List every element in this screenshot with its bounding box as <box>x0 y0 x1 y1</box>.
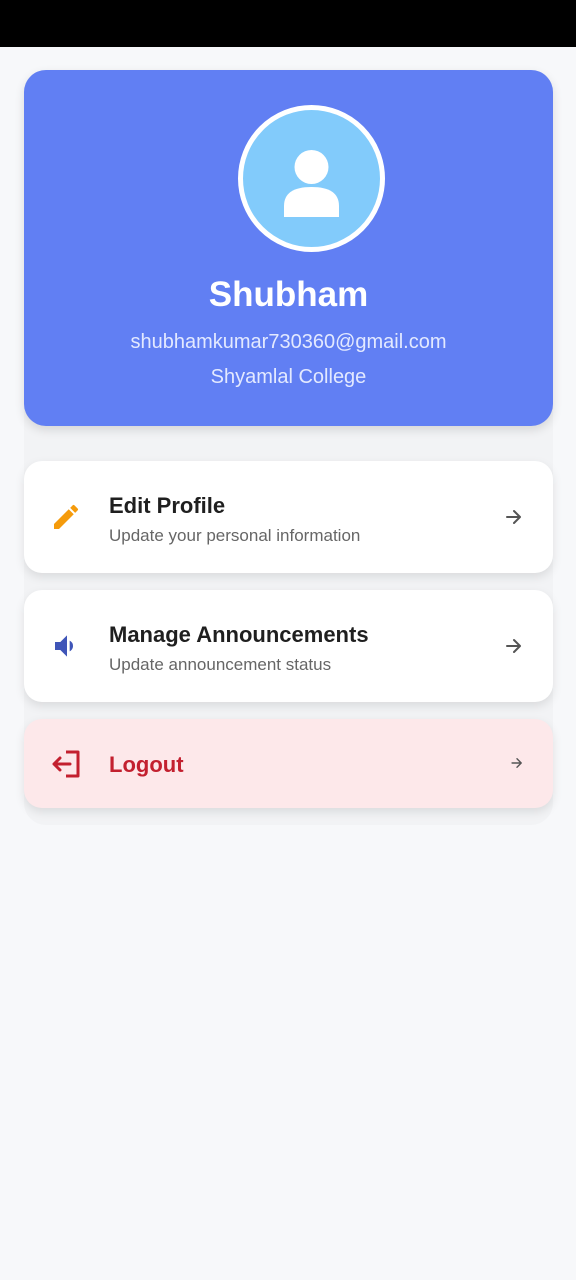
logout-icon <box>52 750 80 778</box>
avatar[interactable] <box>238 105 385 252</box>
status-bar <box>0 0 576 47</box>
edit-profile-title: Edit Profile <box>109 493 226 518</box>
profile-college: Shyamlal College <box>210 366 367 388</box>
manage-announcements-title: Manage Announcements <box>109 622 369 647</box>
edit-profile-button[interactable]: Edit Profile Update your personal inform… <box>24 461 553 573</box>
arrow-right-icon <box>506 639 521 653</box>
pencil-icon <box>54 504 79 529</box>
megaphone-icon <box>55 635 73 657</box>
profile-card: Shubham shubhamkumar730360@gmail.com Shy… <box>24 70 553 426</box>
person-icon <box>284 150 339 217</box>
manage-announcements-button[interactable]: Manage Announcements Update announcement… <box>24 590 553 702</box>
manage-announcements-subtitle: Update announcement status <box>109 655 332 674</box>
profile-email: shubhamkumar730360@gmail.com <box>130 331 447 353</box>
logout-label: Logout <box>109 752 184 777</box>
edit-profile-subtitle: Update your personal information <box>109 526 361 545</box>
arrow-right-icon <box>506 510 521 524</box>
arrow-right-icon <box>511 758 522 768</box>
profile-name: Shubham <box>208 275 369 314</box>
logout-button[interactable]: Logout <box>24 719 553 808</box>
